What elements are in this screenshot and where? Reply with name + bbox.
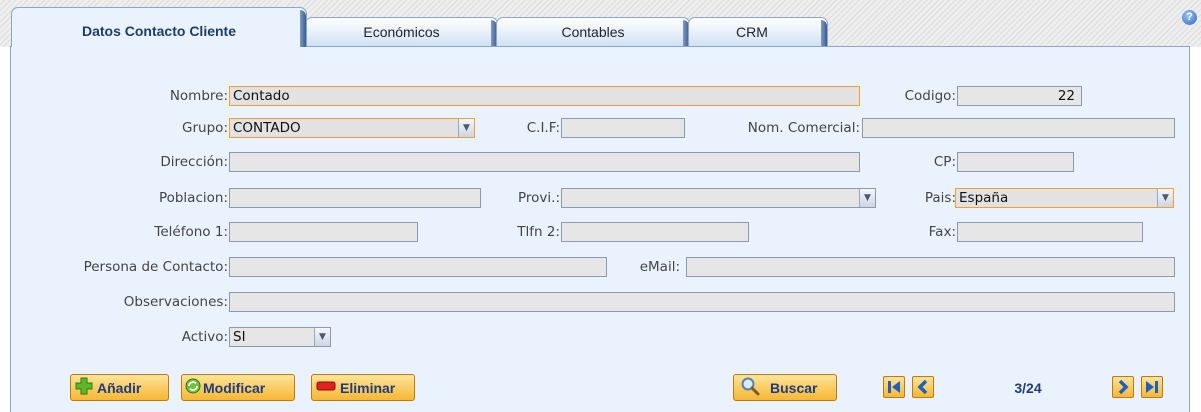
- tab-crm[interactable]: CRM: [688, 17, 828, 47]
- poblacion-label: Poblacion:: [158, 190, 228, 206]
- direccion-label: Dirección:: [160, 154, 228, 170]
- codigo-field[interactable]: 22: [957, 86, 1082, 106]
- add-button-label: Añadir: [97, 379, 142, 396]
- tab-economicos[interactable]: Económicos: [305, 17, 498, 47]
- tab-label: CRM: [736, 24, 768, 40]
- nom-comercial-field[interactable]: [862, 118, 1175, 138]
- pais-value: España: [959, 190, 1009, 206]
- nombre-field[interactable]: Contado: [229, 86, 860, 106]
- modify-button[interactable]: Modificar: [181, 374, 295, 401]
- tab-label: Económicos: [363, 24, 440, 40]
- first-record-button[interactable]: [883, 376, 905, 398]
- last-record-icon: [1146, 381, 1158, 393]
- pais-select[interactable]: España ▼: [955, 188, 1174, 208]
- add-button[interactable]: Añadir: [70, 374, 169, 401]
- activo-value: SI: [233, 329, 246, 345]
- search-button[interactable]: Buscar: [733, 374, 837, 401]
- first-record-icon: [888, 381, 900, 393]
- persona-contacto-label: Persona de Contacto:: [83, 259, 228, 275]
- tlfn2-field[interactable]: [561, 222, 749, 242]
- persona-contacto-field[interactable]: [229, 257, 607, 277]
- direccion-field[interactable]: [229, 152, 860, 172]
- tab-label: Contables: [561, 24, 625, 40]
- cp-field[interactable]: [957, 152, 1074, 172]
- magnifier-icon: [740, 376, 760, 399]
- delete-button[interactable]: Eliminar: [311, 374, 415, 401]
- minus-icon: [316, 379, 336, 396]
- activo-select[interactable]: SI ▼: [229, 327, 331, 347]
- cif-field[interactable]: [561, 118, 685, 138]
- previous-record-button[interactable]: [912, 376, 934, 398]
- tab-label: Datos Contacto Cliente: [81, 23, 236, 39]
- last-record-button[interactable]: [1141, 376, 1163, 398]
- delete-button-label: Eliminar: [340, 379, 396, 396]
- chevron-down-icon[interactable]: ▼: [314, 328, 330, 346]
- help-icon[interactable]: ?: [1182, 10, 1197, 25]
- telefono1-label: Teléfono 1:: [154, 224, 228, 240]
- chevron-down-icon[interactable]: ▼: [859, 189, 875, 207]
- previous-record-icon: [917, 379, 928, 395]
- tlfn2-label: Tlfn 2:: [517, 224, 560, 240]
- chevron-down-icon[interactable]: ▼: [1157, 189, 1173, 207]
- search-button-label: Buscar: [770, 379, 818, 396]
- tab-edge: [821, 20, 827, 47]
- fax-label: Fax:: [928, 224, 956, 240]
- cp-label: CP:: [933, 154, 956, 170]
- poblacion-field[interactable]: [229, 188, 481, 208]
- tab-contables[interactable]: Contables: [496, 17, 690, 47]
- nombre-label: Nombre:: [169, 88, 228, 104]
- tab-datos-contacto-cliente[interactable]: Datos Contacto Cliente: [11, 7, 307, 47]
- email-label: eMail:: [639, 259, 680, 275]
- telefono1-field[interactable]: [229, 222, 418, 242]
- record-counter: 3/24: [1014, 380, 1042, 396]
- provincia-select[interactable]: ▼: [561, 188, 876, 208]
- codigo-label: Codigo:: [904, 88, 956, 104]
- observaciones-label: Observaciones:: [123, 294, 228, 310]
- tab-edge: [300, 10, 306, 47]
- pais-label: Pais:: [924, 190, 956, 206]
- nom-comercial-label: Nom. Comercial:: [747, 120, 860, 136]
- refresh-icon: [184, 377, 202, 398]
- next-record-icon: [1118, 379, 1129, 395]
- cif-label: C.I.F:: [526, 120, 560, 136]
- fax-field[interactable]: [957, 222, 1143, 242]
- chevron-down-icon[interactable]: ▼: [458, 119, 474, 137]
- grupo-label: Grupo:: [182, 120, 228, 136]
- observaciones-field[interactable]: [229, 292, 1175, 312]
- grupo-value: CONTADO: [233, 120, 301, 136]
- plus-icon: [75, 377, 93, 398]
- modify-button-label: Modificar: [203, 379, 266, 396]
- provincia-label: Provi.:: [518, 190, 560, 206]
- next-record-button[interactable]: [1112, 376, 1134, 398]
- email-field[interactable]: [686, 257, 1175, 277]
- grupo-select[interactable]: CONTADO ▼: [229, 118, 475, 138]
- activo-label: Activo:: [181, 329, 228, 345]
